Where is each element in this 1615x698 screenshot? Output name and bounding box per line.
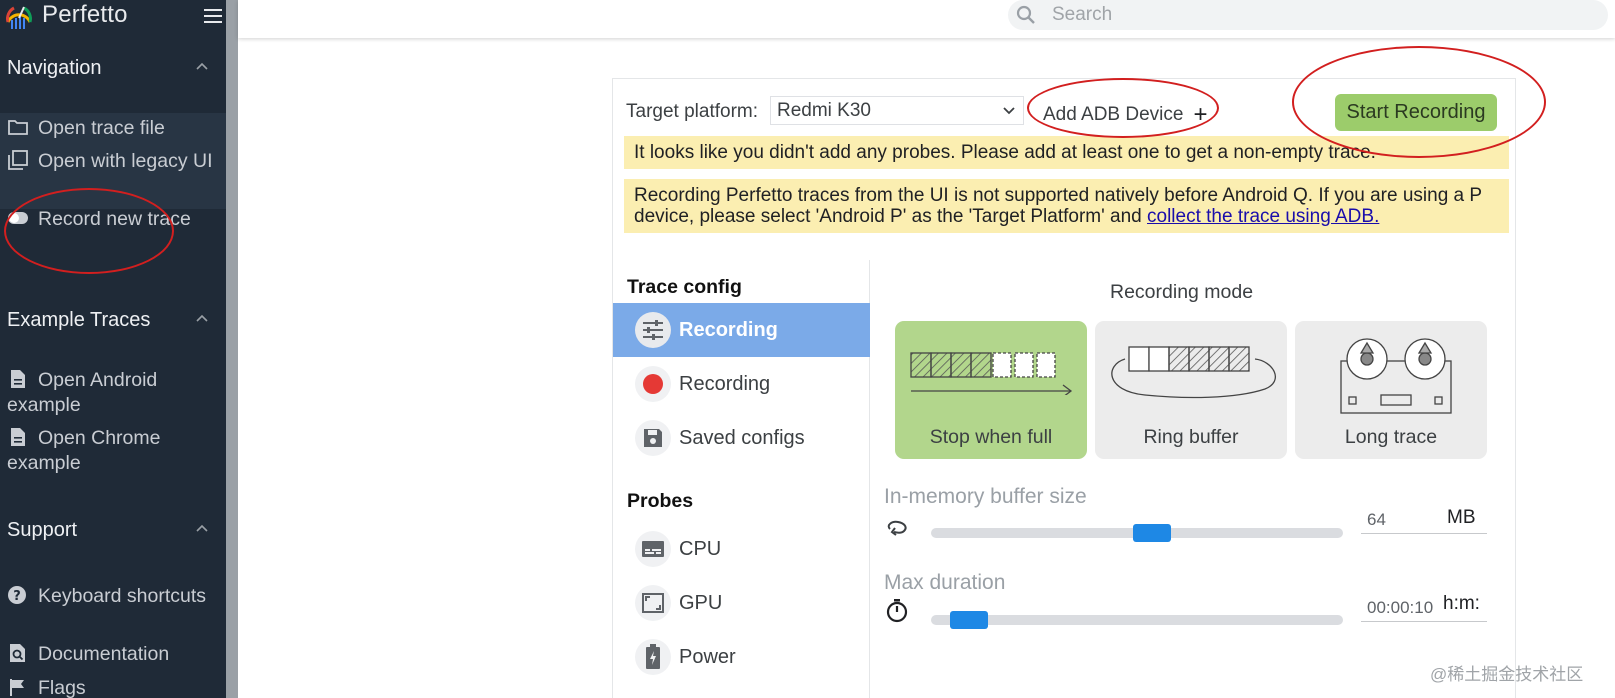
file-icon bbox=[11, 370, 25, 388]
sidebar-item-label: Flags bbox=[38, 677, 86, 698]
max-duration-value: 00:00:10 bbox=[1367, 598, 1434, 617]
sidebar-item-documentation[interactable]: Documentation bbox=[0, 642, 226, 676]
max-duration-slider[interactable] bbox=[931, 611, 1343, 629]
buffer-size-value: 64 bbox=[1367, 510, 1386, 529]
probe-item-gpu[interactable]: GPU bbox=[613, 576, 870, 630]
config-item-label: Recording bbox=[679, 372, 771, 395]
perfetto-app: Perfetto Navigation Open trace file Open… bbox=[0, 0, 1615, 698]
target-platform-select[interactable]: Redmi K30 bbox=[770, 96, 1024, 125]
flag-icon bbox=[10, 679, 24, 696]
perfetto-logo-icon bbox=[6, 2, 32, 29]
probes-title: Probes bbox=[627, 490, 694, 512]
target-platform-label: Target platform: bbox=[626, 101, 758, 122]
trace-config-title: Trace config bbox=[627, 276, 742, 298]
max-duration-unit: h:m: bbox=[1443, 593, 1480, 614]
sidebar-item-label: Open trace file bbox=[38, 117, 165, 139]
cpu-icon bbox=[635, 531, 671, 567]
search-input[interactable] bbox=[1052, 3, 1572, 27]
config-item-saved-configs[interactable]: Saved configs bbox=[613, 411, 870, 465]
sidebar-item-label: Keyboard shortcuts bbox=[38, 585, 207, 607]
max-duration-label: Max duration bbox=[884, 571, 1006, 594]
section-support[interactable]: Support bbox=[0, 508, 226, 552]
config-sidebar: Trace config Recording Recording Saved c… bbox=[613, 260, 870, 698]
mode-long-trace[interactable]: Long trace bbox=[1295, 321, 1487, 459]
mode-label: Stop when full bbox=[929, 426, 1053, 448]
record-panel: Target platform: Redmi K30 Add ADB Devic… bbox=[612, 78, 1516, 698]
folder-icon bbox=[8, 120, 28, 135]
stopwatch-icon bbox=[886, 599, 908, 623]
mode-stop-when-full[interactable]: Stop when full bbox=[895, 321, 1087, 459]
target-platform-value: Redmi K30 bbox=[777, 100, 871, 121]
examples-list: Open Android example Open Chrome example bbox=[0, 368, 226, 484]
search-icon bbox=[1016, 5, 1035, 24]
stop-when-full-icon bbox=[910, 352, 1073, 395]
search-box[interactable] bbox=[1008, 0, 1608, 30]
top-bar bbox=[238, 0, 1615, 38]
save-icon bbox=[635, 420, 671, 456]
tape-reel-icon bbox=[1340, 338, 1452, 414]
annotation-ring-start bbox=[1292, 46, 1546, 158]
chevron-down-icon bbox=[1003, 107, 1015, 115]
copy-icon bbox=[8, 150, 28, 170]
probe-item-label: CPU bbox=[679, 537, 722, 560]
probe-item-cpu[interactable]: CPU bbox=[613, 522, 870, 576]
ring-buffer-icon bbox=[1111, 346, 1277, 399]
section-navigation[interactable]: Navigation bbox=[0, 46, 226, 90]
sidebar: Perfetto Navigation Open trace file Open… bbox=[0, 0, 226, 698]
section-title: Support bbox=[7, 518, 78, 541]
recording-mode-title: Recording mode bbox=[1110, 281, 1254, 303]
collect-trace-adb-link[interactable]: collect the trace using ADB. bbox=[1147, 206, 1379, 227]
section-example-traces[interactable]: Example Traces bbox=[0, 298, 226, 342]
slider-thumb[interactable] bbox=[950, 611, 988, 629]
config-item-label: Saved configs bbox=[679, 426, 805, 449]
buffer-size-label: In-memory buffer size bbox=[884, 485, 1087, 508]
chevron-up-icon[interactable] bbox=[196, 314, 208, 322]
config-item-recording-settings[interactable]: Recording bbox=[613, 303, 870, 357]
annotation-ring-record bbox=[4, 188, 174, 274]
app-title: Perfetto bbox=[42, 1, 128, 28]
svg-text:?: ? bbox=[13, 589, 21, 604]
chevron-up-icon[interactable] bbox=[196, 62, 208, 70]
warning-text: It looks like you didn't add any probes.… bbox=[634, 142, 1376, 163]
buffer-size-unit: MB bbox=[1447, 507, 1476, 528]
section-title: Navigation bbox=[7, 56, 102, 79]
sidebar-item-open-chrome-example[interactable]: Open Chrome example bbox=[0, 426, 226, 484]
mode-ring-buffer[interactable]: Ring buffer bbox=[1095, 321, 1287, 459]
probe-item-label: GPU bbox=[679, 591, 723, 614]
sidebar-item-label: Open Android example bbox=[7, 369, 158, 416]
sidebar-scrollbar[interactable] bbox=[226, 0, 238, 698]
sidebar-item-flags[interactable]: Flags bbox=[0, 676, 226, 698]
loop-icon bbox=[887, 520, 907, 536]
mode-label: Long trace bbox=[1344, 426, 1438, 448]
buffer-size-slider[interactable] bbox=[931, 524, 1343, 542]
sidebar-item-keyboard-shortcuts[interactable]: ? Keyboard shortcuts bbox=[0, 584, 226, 642]
menu-icon[interactable] bbox=[204, 9, 222, 23]
probe-item-label: Power bbox=[679, 645, 736, 668]
sidebar-item-open-trace-file[interactable]: Open trace file bbox=[0, 116, 226, 149]
sidebar-item-label: Open Chrome example bbox=[7, 427, 161, 474]
record-dot-icon bbox=[635, 366, 671, 402]
brand-header: Perfetto bbox=[0, 0, 226, 30]
sidebar-item-label: Open with legacy UI bbox=[38, 150, 213, 172]
mode-label: Ring buffer bbox=[1143, 426, 1239, 448]
watermark: @稀土掘金技术社区 bbox=[1430, 665, 1584, 684]
support-list: ? Keyboard shortcuts Documentation Flags bbox=[0, 584, 226, 698]
chevron-up-icon[interactable] bbox=[196, 524, 208, 532]
file-icon bbox=[11, 428, 25, 446]
sidebar-item-label: Documentation bbox=[38, 643, 170, 665]
warning-android-version: Recording Perfetto traces from the UI is… bbox=[624, 179, 1509, 233]
config-item-label: Recording bbox=[679, 318, 778, 341]
battery-icon bbox=[635, 639, 671, 675]
slider-thumb[interactable] bbox=[1133, 524, 1171, 542]
sidebar-item-open-android-example[interactable]: Open Android example bbox=[0, 368, 226, 426]
gpu-icon bbox=[635, 585, 671, 621]
section-title: Example Traces bbox=[7, 308, 151, 331]
config-item-recording-command[interactable]: Recording bbox=[613, 357, 870, 411]
sliders-icon bbox=[635, 312, 671, 348]
annotation-ring-adb bbox=[1027, 78, 1219, 138]
probe-item-power[interactable]: Power bbox=[613, 630, 870, 684]
doc-search-icon bbox=[10, 644, 25, 662]
help-icon: ? bbox=[8, 586, 26, 604]
